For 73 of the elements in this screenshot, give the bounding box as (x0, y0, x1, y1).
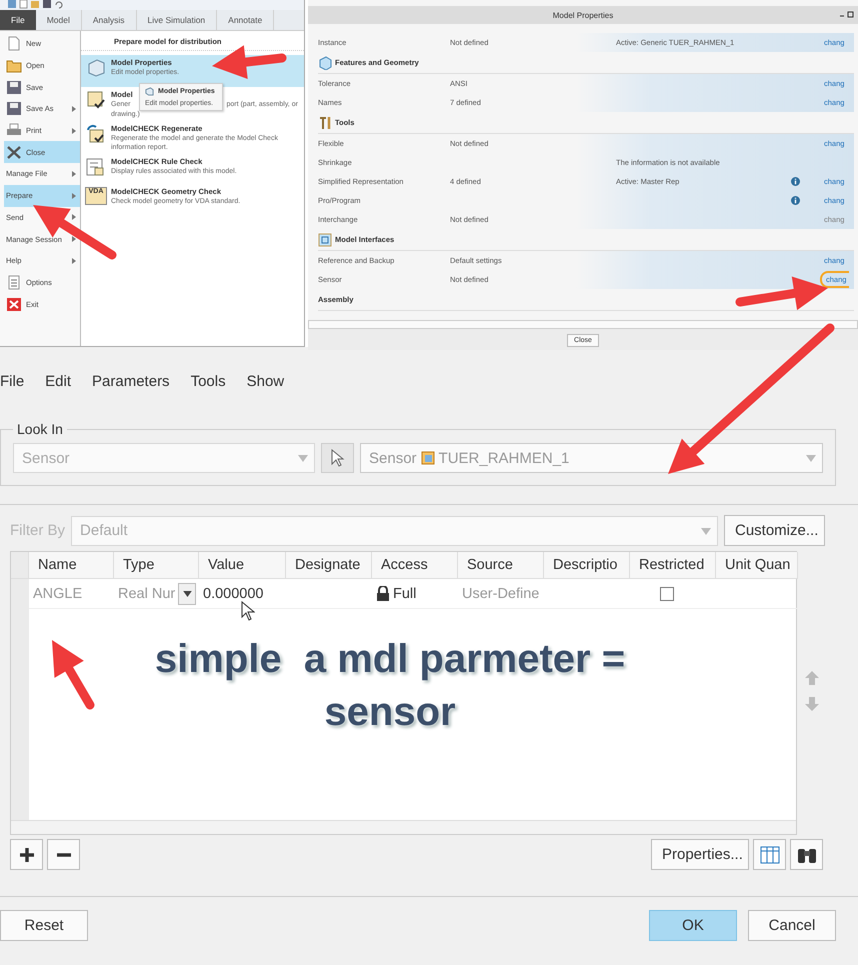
menu-item[interactable]: Parameters (92, 373, 170, 409)
annotation-arrow (52, 640, 94, 710)
column-header[interactable]: Restricted (630, 552, 716, 579)
table-cell: Full (393, 586, 416, 602)
menu-item[interactable]: File (0, 373, 24, 409)
menu-item[interactable]: Tools (190, 373, 226, 409)
ribbon-tab[interactable]: Model (36, 10, 82, 30)
mouse-pointer-icon (241, 601, 255, 621)
submenu-arrow-icon (72, 106, 76, 112)
caret-icon (806, 455, 816, 462)
new-file-icon (6, 36, 22, 52)
info-icon (790, 196, 800, 205)
table-cell: ANGLE (33, 586, 82, 602)
window-controls-icon (840, 11, 854, 19)
part-icon (420, 451, 435, 465)
ribbon-tab[interactable]: File (0, 10, 36, 30)
column-header[interactable]: Name (29, 552, 114, 579)
caret-icon (182, 590, 192, 596)
object-name: TUER_RAHMEN_1 (438, 450, 570, 466)
column-header[interactable]: Descriptio (544, 552, 630, 579)
submenu-arrow-icon (72, 258, 76, 264)
cursor-icon (330, 449, 344, 467)
object-type: Sensor (369, 450, 417, 466)
table-corner (11, 552, 29, 579)
table-cell: 0.000000 (203, 586, 264, 602)
annotation-text: simple a mdl parmeter = sensor (154, 636, 626, 736)
column-header[interactable]: Unit Quan (716, 552, 798, 579)
submenu-arrow-icon (72, 214, 76, 220)
submenu-arrow-icon (72, 236, 76, 242)
lock-icon (376, 586, 390, 602)
filter-label: Filter By (10, 522, 66, 539)
caret-icon (701, 528, 711, 534)
column-header[interactable]: Type (114, 552, 199, 579)
table-cell: User-Define (462, 586, 540, 602)
find-button[interactable] (790, 839, 823, 870)
type-dropdown[interactable] (178, 582, 196, 604)
ribbon-tab[interactable]: Analysis (82, 10, 137, 30)
column-header[interactable]: Value (199, 552, 286, 579)
menu-item[interactable]: Edit (45, 373, 72, 409)
exit-icon (6, 296, 22, 312)
submenu-arrow-icon (72, 128, 76, 134)
submenu-arrow-icon (72, 192, 76, 199)
column-header[interactable]: Access (372, 552, 458, 579)
report-check-icon (85, 90, 107, 110)
select-button[interactable] (321, 443, 354, 473)
table-cell: Real Nur (118, 586, 176, 602)
caret-icon (298, 455, 308, 462)
dialog-button[interactable]: Cancel (748, 910, 836, 941)
list-icon (6, 274, 22, 290)
group-label: Look In (16, 421, 64, 437)
minus-icon (56, 852, 72, 856)
close-icon (6, 144, 22, 160)
table-button[interactable] (753, 839, 786, 870)
interfaces-icon (318, 232, 332, 246)
dialog-button[interactable]: Reset (0, 910, 88, 941)
remove-button[interactable] (47, 839, 80, 870)
menu-item[interactable]: Show (246, 373, 284, 409)
horizontal-scrollbar[interactable] (11, 820, 796, 834)
dialog-button[interactable]: OK (649, 910, 737, 941)
ribbon-tab[interactable]: Live Simulation (136, 10, 218, 30)
table-icon (760, 846, 780, 864)
info-icon (790, 177, 800, 186)
window-title: Model Properties (308, 6, 858, 24)
plus-icon (18, 846, 34, 862)
ribbon-tab[interactable]: Annotate (217, 10, 274, 30)
horizontal-scrollbar[interactable] (308, 320, 858, 329)
add-button[interactable] (10, 839, 43, 870)
column-header[interactable]: Designate (286, 552, 372, 579)
folder-icon (6, 58, 22, 74)
properties-button[interactable]: Properties... (651, 839, 749, 870)
checkbox[interactable] (660, 586, 674, 600)
column-header[interactable]: Source (458, 552, 544, 579)
submenu-arrow-icon (72, 170, 76, 177)
